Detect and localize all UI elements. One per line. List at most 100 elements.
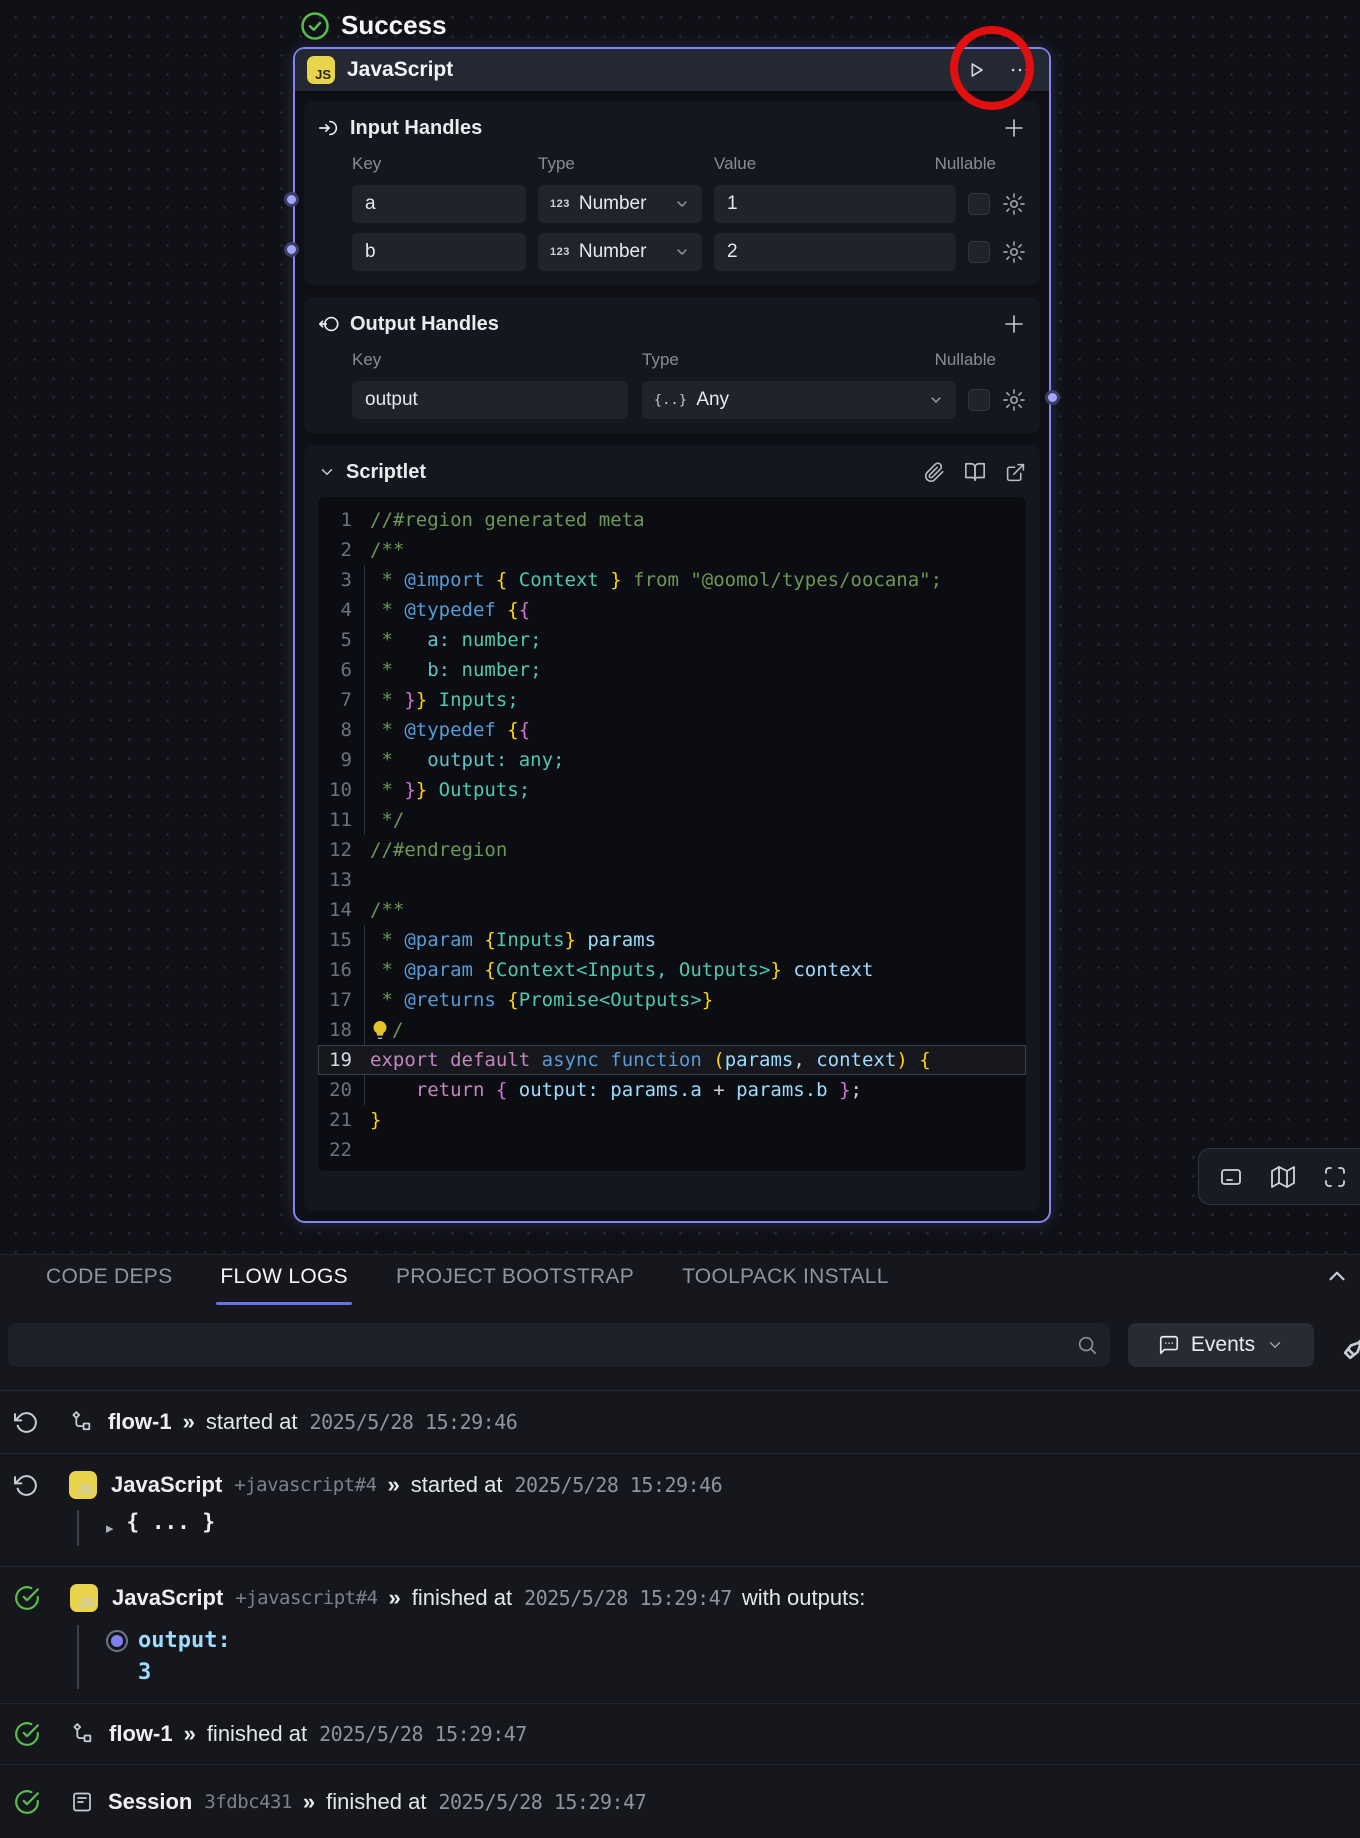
code-line[interactable]: 18/: [318, 1015, 1026, 1045]
tab-toolpack-install[interactable]: TOOLPACK INSTALL: [682, 1257, 889, 1301]
log-list: flow-1 » started at 2025/5/28 15:29:46 J…: [0, 1391, 1360, 1835]
log-row[interactable]: flow-1 » finished at 2025/5/28 15:29:47: [0, 1704, 1360, 1765]
node-body: Input Handles Key Type Value Nullable 12…: [295, 93, 1049, 1221]
type-select[interactable]: 123 Number: [538, 233, 702, 271]
toggle-panel-icon[interactable]: [1219, 1165, 1243, 1189]
code-line[interactable]: 15 * @param {Inputs} params: [318, 925, 1026, 955]
scriptlet-section: Scriptlet 1//#region generated meta2/**3…: [304, 445, 1040, 1211]
gear-icon[interactable]: [1002, 240, 1026, 264]
running-icon: [14, 1473, 39, 1498]
number-type-icon: 123: [550, 246, 570, 258]
fit-view-icon[interactable]: [1323, 1165, 1347, 1189]
events-label: Events: [1191, 1333, 1255, 1357]
value-input[interactable]: [714, 233, 956, 271]
tab-project-bootstrap[interactable]: PROJECT BOOTSTRAP: [396, 1257, 634, 1301]
search-input[interactable]: [8, 1323, 1110, 1367]
code-line[interactable]: 1//#region generated meta: [318, 505, 1026, 535]
output-value-dot-icon: [106, 1630, 128, 1652]
clear-logs-icon[interactable]: [1336, 1327, 1360, 1367]
javascript-badge-icon: JS: [70, 1584, 98, 1612]
input-handle-row-a: 123 Number: [352, 185, 1026, 223]
code-line[interactable]: 17 * @returns {Promise<Outputs>}: [318, 985, 1026, 1015]
node-javascript[interactable]: JS JavaScript Input Handles: [293, 47, 1051, 1223]
code-line[interactable]: 9 * output: any;: [318, 745, 1026, 775]
code-line[interactable]: 19export default async function (params,…: [318, 1045, 1026, 1075]
attachment-icon[interactable]: [924, 462, 945, 483]
log-row[interactable]: JS JavaScript +javascript#4 » started at…: [0, 1454, 1360, 1567]
input-handles-columns: Key Type Value Nullable: [352, 153, 1026, 175]
output-handle-dot[interactable]: [1045, 390, 1060, 405]
success-check-icon: [14, 1585, 40, 1611]
code-line[interactable]: 3 * @import { Context } from "@oomol/typ…: [318, 565, 1026, 595]
log-row[interactable]: JS JavaScript +javascript#4 » finished a…: [0, 1567, 1360, 1704]
chevron-down-icon: [674, 244, 690, 260]
code-line[interactable]: 12//#endregion: [318, 835, 1026, 865]
nullable-checkbox[interactable]: [968, 241, 990, 263]
tab-code-deps[interactable]: CODE DEPS: [46, 1257, 172, 1301]
input-handle-row-b: 123 Number: [352, 233, 1026, 271]
gear-icon[interactable]: [1002, 388, 1026, 412]
gear-icon[interactable]: [1002, 192, 1026, 216]
log-row[interactable]: flow-1 » started at 2025/5/28 15:29:46: [0, 1391, 1360, 1454]
type-select[interactable]: 123 Number: [538, 185, 702, 223]
node-title: JavaScript: [347, 58, 453, 82]
input-handles-title: Input Handles: [350, 117, 482, 140]
chevron-up-icon[interactable]: [1324, 1263, 1350, 1289]
code-line[interactable]: 14/**: [318, 895, 1026, 925]
output-value: 3: [138, 1657, 231, 1689]
log-row[interactable]: Session 3fdbc431 » finished at 2025/5/28…: [0, 1765, 1360, 1835]
canvas-toolbar: [1198, 1148, 1360, 1205]
success-check-icon: [14, 1789, 40, 1815]
code-line[interactable]: 10 * }} Outputs;: [318, 775, 1026, 805]
code-editor[interactable]: 1//#region generated meta2/**3 * @import…: [318, 497, 1026, 1171]
code-line[interactable]: 13: [318, 865, 1026, 895]
code-line[interactable]: 11 */: [318, 805, 1026, 835]
key-input[interactable]: [352, 381, 628, 419]
add-output-handle-button[interactable]: [1002, 312, 1026, 336]
input-handle-dot-b[interactable]: [284, 242, 299, 257]
toast-label: Success: [341, 10, 447, 41]
output-handle-row: {..} Any: [352, 381, 1026, 419]
key-input[interactable]: [352, 185, 526, 223]
value-input[interactable]: [714, 185, 956, 223]
code-line[interactable]: 2/**: [318, 535, 1026, 565]
reader-view-icon[interactable]: [964, 461, 986, 483]
key-input[interactable]: [352, 233, 526, 271]
minimap-icon[interactable]: [1271, 1165, 1295, 1189]
type-select[interactable]: {..} Any: [642, 381, 956, 419]
output-handles-columns: Key Type Nullable: [352, 349, 1026, 371]
json-preview[interactable]: { ... }: [127, 1510, 216, 1546]
events-bubble-icon: [1158, 1334, 1180, 1356]
input-handles-icon: [318, 117, 340, 139]
nullable-checkbox[interactable]: [968, 193, 990, 215]
code-line[interactable]: 21}: [318, 1105, 1026, 1135]
code-line[interactable]: 20 return { output: params.a + params.b …: [318, 1075, 1026, 1105]
expand-triangle-icon[interactable]: ▸: [106, 1519, 114, 1537]
input-handle-dot-a[interactable]: [284, 192, 299, 207]
flow-canvas[interactable]: Success JS JavaScript Input Handles: [0, 0, 1360, 1254]
node-header[interactable]: JS JavaScript: [295, 49, 1049, 93]
nullable-checkbox[interactable]: [968, 389, 990, 411]
code-line[interactable]: 7 * }} Inputs;: [318, 685, 1026, 715]
code-line[interactable]: 22: [318, 1135, 1026, 1165]
more-options-button[interactable]: [1009, 59, 1031, 81]
collapse-chevron-icon[interactable]: [318, 463, 336, 481]
output-handles-icon: [318, 313, 340, 335]
output-handles-title: Output Handles: [350, 313, 499, 336]
code-line[interactable]: 8 * @typedef {{: [318, 715, 1026, 745]
code-line[interactable]: 5 * a: number;: [318, 625, 1026, 655]
tab-flow-logs[interactable]: FLOW LOGS: [220, 1257, 348, 1301]
events-filter-button[interactable]: Events: [1128, 1323, 1314, 1367]
code-line[interactable]: 4 * @typedef {{: [318, 595, 1026, 625]
panel-tabbar: CODE DEPS FLOW LOGS PROJECT BOOTSTRAP TO…: [0, 1255, 1360, 1303]
number-type-icon: 123: [550, 198, 570, 210]
javascript-badge-icon: JS: [307, 56, 335, 84]
add-input-handle-button[interactable]: [1002, 116, 1026, 140]
run-node-button[interactable]: [965, 59, 987, 81]
code-line[interactable]: 6 * b: number;: [318, 655, 1026, 685]
code-line[interactable]: 16 * @param {Context<Inputs, Outputs>} c…: [318, 955, 1026, 985]
running-icon: [14, 1410, 39, 1435]
open-external-icon[interactable]: [1005, 462, 1026, 483]
success-toast: Success: [300, 10, 447, 41]
search-icon[interactable]: [1076, 1334, 1098, 1356]
